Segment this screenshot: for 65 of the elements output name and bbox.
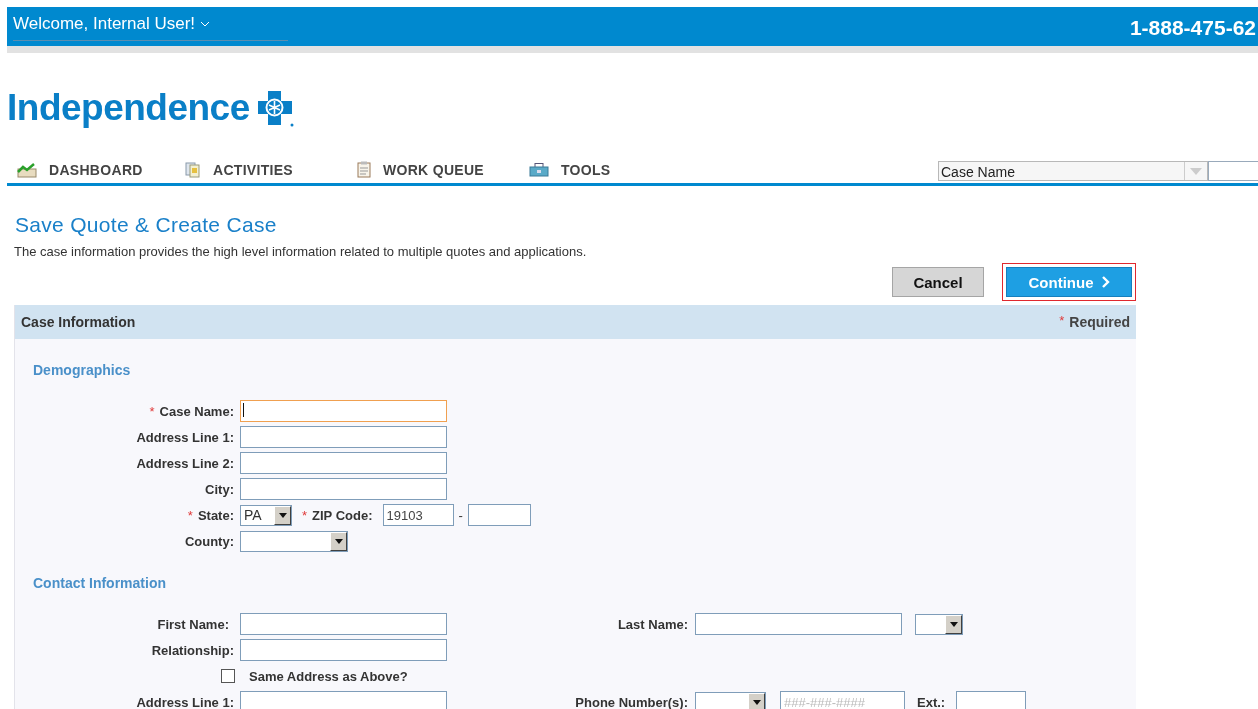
text-field[interactable] xyxy=(240,478,447,500)
field-label: County: xyxy=(184,533,234,549)
field-label: ZIP Code: xyxy=(312,507,373,523)
nav-item[interactable]: TOOLS xyxy=(519,161,679,178)
text-field[interactable] xyxy=(240,639,447,661)
text-field[interactable] xyxy=(240,400,447,422)
chart-icon xyxy=(17,161,37,178)
suffix-select[interactable] xyxy=(915,613,963,635)
required-asterisk: * xyxy=(149,404,155,418)
text-field[interactable] xyxy=(240,613,447,635)
search-field[interactable] xyxy=(1208,161,1258,181)
text-cursor xyxy=(243,403,244,417)
checkbox[interactable] xyxy=(221,669,235,683)
phone-field[interactable]: ###-###-#### xyxy=(780,691,905,709)
panel-title: Case Information xyxy=(21,314,136,330)
separator: - xyxy=(458,507,463,523)
chevron-right-icon xyxy=(1101,276,1110,288)
section-title: Contact Information xyxy=(33,575,167,591)
extension-field[interactable] xyxy=(956,691,1027,709)
section-title: Demographics xyxy=(33,362,132,378)
field-label: Relationship: xyxy=(151,642,234,658)
required-asterisk: * xyxy=(302,508,308,522)
cancel-button[interactable]: Cancel xyxy=(892,267,984,297)
field-label: Last Name: xyxy=(617,616,688,632)
field-label: Phone Number(s): xyxy=(575,694,688,709)
required-asterisk: * xyxy=(187,508,193,522)
caret-icon xyxy=(1190,167,1202,175)
welcome-menu[interactable]: Welcome, Internal User! xyxy=(13,13,196,34)
page-description: The case information provides the high level information related to multiple quotes and applications. xyxy=(14,244,588,259)
field-label: Address Line 2: xyxy=(136,455,234,471)
caret-icon xyxy=(278,512,287,518)
caret-icon xyxy=(334,538,343,544)
field-label: Address Line 1: xyxy=(136,694,234,709)
checkbox-label: Same Address as Above? xyxy=(249,668,408,684)
nav-item[interactable]: ACTIVITIES xyxy=(175,161,347,178)
required-asterisk: * xyxy=(1059,314,1065,327)
field-label: City: xyxy=(205,481,234,497)
caret-icon xyxy=(949,621,958,627)
clipboard-icon xyxy=(357,161,371,178)
chevron-down-icon xyxy=(200,20,211,27)
required-legend: Required xyxy=(1069,314,1130,330)
field-label: Ext.: xyxy=(917,694,946,709)
search-type-select[interactable]: Case Name xyxy=(938,161,1208,181)
county-select[interactable] xyxy=(240,530,348,552)
text-field[interactable] xyxy=(240,452,447,474)
nav-item[interactable]: DASHBOARD xyxy=(7,161,175,178)
logo-text: Independence xyxy=(7,87,250,129)
phone-number: 1-888-475-62 xyxy=(1129,16,1257,40)
text-field[interactable] xyxy=(240,426,447,448)
text-field[interactable] xyxy=(695,613,902,635)
text-field[interactable] xyxy=(240,691,447,709)
phone-type-select[interactable] xyxy=(695,691,766,709)
cross-logo-icon xyxy=(255,89,294,127)
page-title: Save Quote & Create Case xyxy=(15,213,278,237)
caret-icon xyxy=(752,699,761,705)
field-label: State: xyxy=(197,507,234,523)
zip-extension-field[interactable] xyxy=(467,504,531,526)
field-label: First Name: xyxy=(157,616,229,632)
zip-field[interactable]: 19103 xyxy=(382,504,454,526)
field-label: Address Line 1: xyxy=(136,429,234,445)
toolbox-icon xyxy=(529,162,549,177)
nav-item[interactable]: WORK QUEUE xyxy=(347,161,519,178)
state-select[interactable]: PA xyxy=(240,504,292,526)
field-label: Case Name: xyxy=(159,403,234,419)
documents-icon xyxy=(185,161,201,178)
